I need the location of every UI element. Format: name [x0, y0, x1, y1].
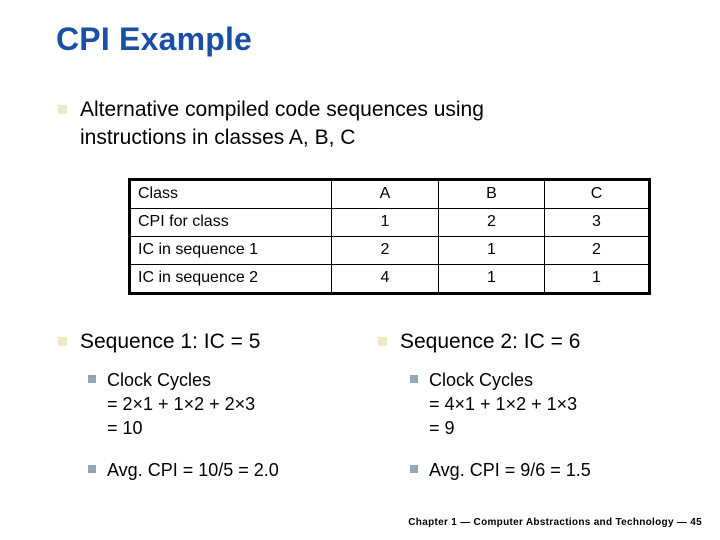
slide-footer: Chapter 1 — Computer Abstractions and Te…: [408, 517, 702, 528]
table-row: IC in sequence 2 4 1 1: [129, 264, 650, 294]
intro-line-1: Alternative compiled code sequences usin…: [80, 98, 484, 121]
intro-line-2: instructions in classes A, B, C: [80, 126, 356, 149]
square-bullet-icon: [378, 337, 387, 346]
row-label-ic-sequence-2: IC in sequence 2: [129, 264, 332, 294]
sequence-1-heading: Sequence 1: IC = 5: [58, 328, 358, 356]
intro-bullet-text: Alternative compiled code sequences usin…: [80, 96, 484, 152]
seq2-clock-line-2: = 4×1 + 1×2 + 1×3: [429, 394, 578, 414]
seq1-clock-line-1: Clock Cycles: [107, 370, 212, 390]
cell-ic1-a: 2: [331, 236, 439, 265]
cell-ic2-b: 1: [438, 264, 545, 294]
table-header-row: Class A B C: [129, 179, 650, 209]
seq1-clock-line-2: = 2×1 + 1×2 + 2×3: [107, 394, 256, 414]
square-bullet-icon: [58, 337, 67, 346]
square-subbullet-icon: [88, 375, 96, 383]
row-label-ic-sequence-1: IC in sequence 1: [129, 236, 332, 265]
seq2-clock-line-1: Clock Cycles: [429, 370, 534, 390]
square-subbullet-icon: [88, 465, 96, 473]
cpi-table: Class A B C CPI for class 1 2 3 IC in se…: [128, 178, 651, 295]
cell-ic1-c: 2: [544, 236, 650, 265]
square-subbullet-icon: [410, 375, 418, 383]
cell-ic2-a: 4: [331, 264, 439, 294]
cell-cpi-c: 3: [544, 208, 650, 237]
sequence-2-heading-text: Sequence 2: IC = 6: [400, 330, 581, 353]
sequence-2-avg-cpi-text: Avg. CPI = 9/6 = 1.5: [429, 460, 591, 480]
seq2-clock-line-3: = 9: [429, 418, 455, 438]
page-title: CPI Example: [56, 21, 253, 57]
sequence-1-avg-cpi: Avg. CPI = 10/5 = 2.0: [88, 458, 388, 482]
sequence-1-heading-text: Sequence 1: IC = 5: [80, 330, 261, 353]
sequence-2-avg-cpi: Avg. CPI = 9/6 = 1.5: [410, 458, 700, 482]
column-header-a: A: [331, 179, 439, 209]
sequence-1-avg-cpi-text: Avg. CPI = 10/5 = 2.0: [107, 460, 279, 480]
square-bullet-icon: [58, 105, 67, 114]
seq1-clock-line-3: = 10: [107, 418, 143, 438]
table-row: IC in sequence 1 2 1 2: [129, 236, 650, 265]
table-row: CPI for class 1 2 3: [129, 208, 650, 237]
sequence-1-clock-cycles-text: Clock Cycles = 2×1 + 1×2 + 2×3 = 10: [107, 368, 255, 440]
sequence-2-clock-cycles: Clock Cycles = 4×1 + 1×2 + 1×3 = 9: [410, 368, 700, 440]
cell-cpi-a: 1: [331, 208, 439, 237]
cell-cpi-b: 2: [438, 208, 545, 237]
intro-bullet: Alternative compiled code sequences usin…: [58, 96, 658, 152]
sequence-2-clock-cycles-text: Clock Cycles = 4×1 + 1×2 + 1×3 = 9: [429, 368, 577, 440]
column-header-class: Class: [129, 179, 332, 209]
sequence-2-heading: Sequence 2: IC = 6: [378, 328, 668, 356]
square-subbullet-icon: [410, 465, 418, 473]
row-label-cpi-for-class: CPI for class: [129, 208, 332, 237]
cell-ic2-c: 1: [544, 264, 650, 294]
cpi-table-container: Class A B C CPI for class 1 2 3 IC in se…: [128, 178, 651, 295]
column-header-b: B: [438, 179, 545, 209]
sequence-1-clock-cycles: Clock Cycles = 2×1 + 1×2 + 2×3 = 10: [88, 368, 388, 440]
cell-ic1-b: 1: [438, 236, 545, 265]
column-header-c: C: [544, 179, 650, 209]
